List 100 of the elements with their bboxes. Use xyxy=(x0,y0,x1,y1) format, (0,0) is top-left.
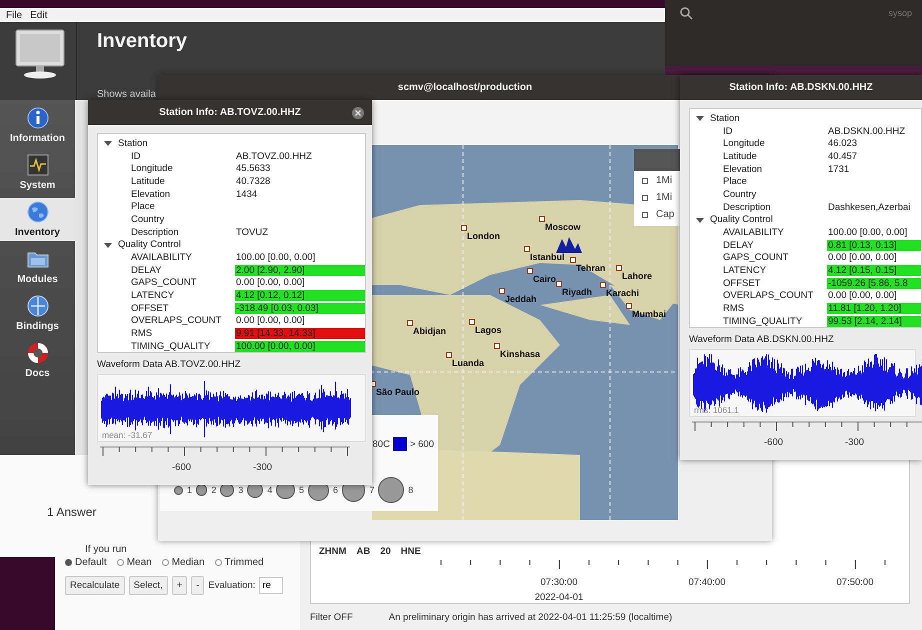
push-button[interactable]: Select, xyxy=(128,576,168,595)
property-name: GAPS_COUNT xyxy=(723,252,790,264)
city-marker-icon xyxy=(616,265,622,271)
window-title: sysop xyxy=(888,8,912,18)
property-value: TOVUZ xyxy=(235,226,270,238)
sidebar-item[interactable]: Bindings xyxy=(0,292,75,335)
sidebar-item[interactable]: Docs xyxy=(0,339,75,382)
radio-option[interactable]: Median xyxy=(162,557,205,568)
property-name: Place xyxy=(131,201,156,212)
property-value: Dashkesen,Azerbai xyxy=(827,202,912,213)
city-marker-icon xyxy=(626,303,632,309)
legend-label: 6 xyxy=(333,485,338,496)
property-value: 40.7328 xyxy=(235,176,272,187)
property-value: 2.00 [2.90, 2.90] xyxy=(235,264,365,276)
page-title: Inventory xyxy=(97,30,188,53)
window-title: Station Info: AB.DSKN.00.HHZ xyxy=(680,75,922,100)
property-name: DELAY xyxy=(723,240,754,251)
push-button[interactable]: - xyxy=(191,576,204,595)
property-name: GAPS_COUNT xyxy=(131,277,198,288)
tick-label: -300 xyxy=(253,462,272,473)
trace-label: 20 xyxy=(380,546,391,557)
tick-label: -600 xyxy=(764,437,784,448)
tick-label: 07:50:00 xyxy=(836,577,874,588)
property-name: Longitude xyxy=(723,138,766,150)
property-value: 45.5633 xyxy=(235,163,272,174)
answer-text: If you run xyxy=(85,544,128,555)
legend-marker-icon xyxy=(642,212,648,218)
city-label: Lahore xyxy=(622,271,652,281)
legend-label: 8 xyxy=(408,485,414,496)
tree-item[interactable]: Quality Control xyxy=(710,214,773,226)
property-name: Elevation xyxy=(723,164,764,175)
legend-label: Cap xyxy=(656,209,674,220)
property-name: TIMING_QUALITY xyxy=(723,316,804,327)
city-label: Cairo xyxy=(533,274,556,284)
radio-option[interactable]: Default xyxy=(65,557,107,568)
evaluation-field[interactable]: re xyxy=(259,577,284,594)
waveform-title: Waveform Data AB.TOVZ.00.HHZ xyxy=(97,359,242,370)
magnitude-circle-icon xyxy=(196,484,208,496)
info-icon xyxy=(26,106,50,130)
tick-label: -600 xyxy=(172,462,192,473)
property-name: Country xyxy=(131,214,166,225)
property-name: Latitude xyxy=(131,176,166,187)
city-marker-icon xyxy=(570,257,576,263)
property-name: OVERLAPS_COUNT xyxy=(131,315,222,326)
city-marker-icon xyxy=(446,352,452,358)
city-marker-icon xyxy=(469,319,475,325)
legend-marker-icon xyxy=(642,178,648,184)
property-value: 4.12 [0.15, 0.15] xyxy=(827,265,921,276)
city-marker-icon xyxy=(524,246,530,252)
property-name: OFFSET xyxy=(723,278,762,289)
property-value: AB.TOVZ.00.HHZ xyxy=(235,150,313,162)
sidebar-item[interactable]: Modules xyxy=(0,245,75,288)
trace-label: HNE xyxy=(400,546,421,557)
property-value: 0.00 [0.00, 0.00] xyxy=(235,277,306,288)
radio-option[interactable]: Mean xyxy=(116,557,152,568)
menu-item[interactable]: Edit xyxy=(30,10,48,20)
property-value: 0.00 [0.00, 0.00] xyxy=(827,290,898,302)
legend-label: 80C xyxy=(372,438,390,450)
menu-item[interactable]: File xyxy=(6,10,22,20)
push-button[interactable]: + xyxy=(172,576,188,595)
property-value: 1731 xyxy=(827,164,850,175)
sidebar-item[interactable]: System xyxy=(0,151,75,194)
property-value: -318.49 [0.03, 0.03] xyxy=(235,302,365,314)
city-label: Moscow xyxy=(545,222,581,232)
push-button[interactable]: Recalculate xyxy=(65,576,125,595)
city-label: London xyxy=(467,231,500,241)
waveform-statistic: mean: -31.67 xyxy=(102,430,152,440)
tick-label: 2022-04-01 xyxy=(534,592,584,603)
legend-label: 3 xyxy=(238,485,244,496)
city-label: Riyadh xyxy=(562,287,592,297)
sidebar-item[interactable]: Information xyxy=(0,104,75,147)
property-value: -1059.26 [5.86, 5.8 xyxy=(827,278,921,289)
legend-label: 7 xyxy=(369,485,374,496)
tree-item[interactable]: Station xyxy=(118,138,148,149)
tick-label: -300 xyxy=(845,437,864,448)
status-message: An preliminary origin has arrived at 2022-04-01 11:25:59 (localtime) xyxy=(388,612,672,622)
property-name: TIMING_QUALITY xyxy=(131,340,212,352)
city-label: Istanbul xyxy=(530,252,565,262)
legend-marker-icon xyxy=(642,194,648,200)
waveform-icon xyxy=(26,153,50,177)
property-name: OFFSET xyxy=(131,302,170,314)
waveform-statistic: rms: 1061.1 xyxy=(694,405,739,415)
trace-label: ZHNM xyxy=(319,546,346,557)
property-value: 0.00 [0.00, 0.00] xyxy=(235,315,306,326)
property-value: 40.457 xyxy=(827,150,858,162)
property-name: Place xyxy=(723,176,748,188)
radio-option[interactable]: Trimmed xyxy=(214,557,264,568)
field-label: Evaluation: xyxy=(208,580,256,591)
city-label: Tehran xyxy=(576,263,606,273)
sidebar-item[interactable]: Inventory xyxy=(0,198,75,241)
city-marker-icon xyxy=(494,343,500,349)
city-label: Karachi xyxy=(606,288,640,298)
tree-item[interactable]: Station xyxy=(710,112,740,124)
lifebuoy-icon xyxy=(26,341,50,365)
property-value: 1434 xyxy=(235,188,258,200)
property-name: AVAILABILITY xyxy=(723,227,785,238)
property-value: AB.DSKN.00.HHZ xyxy=(827,126,906,137)
tree-item[interactable]: Quality Control xyxy=(118,239,181,250)
property-name: AVAILABILITY xyxy=(131,252,193,264)
legend-label: 4 xyxy=(267,485,272,496)
